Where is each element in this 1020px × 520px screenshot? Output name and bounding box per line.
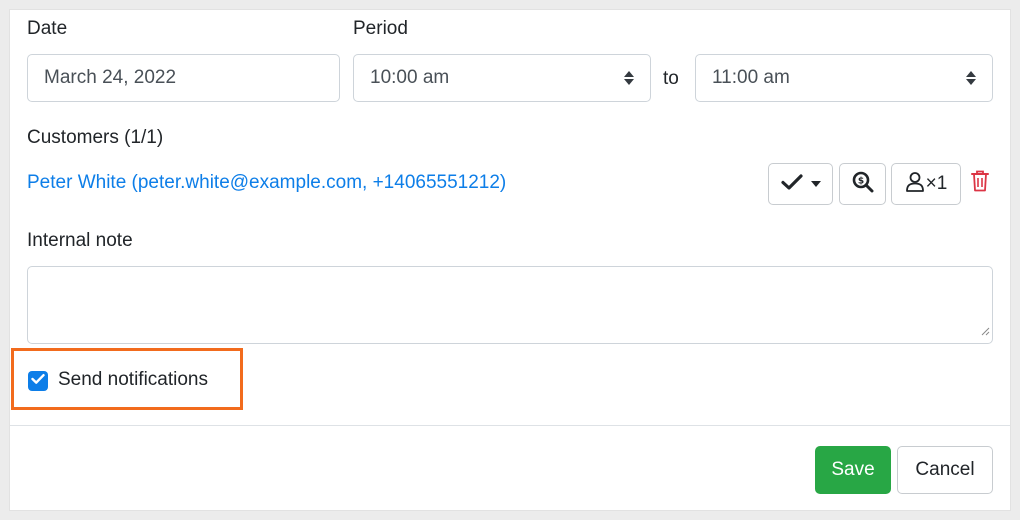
customers-heading: Customers (1/1) (27, 127, 164, 148)
period-end-value: 11:00 am (712, 67, 790, 88)
period-end-select[interactable]: 11:00 am (695, 54, 993, 102)
caret-down-icon (810, 181, 821, 187)
period-label: Period (353, 18, 408, 39)
select-arrows-icon (624, 71, 634, 85)
attendees-count: ×1 (925, 173, 948, 194)
customer-link[interactable]: Peter White (peter.white@example.com, +1… (27, 172, 506, 194)
trash-icon (971, 170, 989, 197)
period-start-value: 10:00 am (370, 67, 450, 88)
attendees-button[interactable]: ×1 (891, 163, 961, 205)
search-customer-button[interactable]: $ (839, 163, 886, 205)
svg-text:$: $ (857, 176, 863, 186)
internal-note-label: Internal note (27, 230, 133, 251)
date-value: March 24, 2022 (44, 67, 177, 88)
person-icon (905, 171, 925, 198)
cancel-button[interactable]: Cancel (897, 446, 993, 494)
send-notifications-label[interactable]: Send notifications (58, 369, 208, 391)
period-to-text: to (663, 68, 679, 89)
checkmark-icon (31, 372, 45, 390)
date-input[interactable]: March 24, 2022 (27, 54, 340, 102)
internal-note-textarea[interactable] (27, 266, 993, 344)
booking-form-panel: Date Period March 24, 2022 10:00 am to 1… (10, 10, 1010, 510)
send-notifications-checkbox[interactable] (28, 371, 48, 391)
footer-divider (10, 425, 1010, 426)
search-dollar-icon: $ (852, 171, 874, 198)
delete-customer-button[interactable] (969, 170, 991, 196)
save-button[interactable]: Save (815, 446, 891, 494)
check-icon (780, 173, 803, 196)
select-arrows-icon (966, 71, 976, 85)
status-dropdown-button[interactable] (768, 163, 833, 205)
date-label: Date (27, 18, 68, 39)
period-start-select[interactable]: 10:00 am (353, 54, 651, 102)
resize-grip-icon[interactable] (980, 323, 990, 341)
